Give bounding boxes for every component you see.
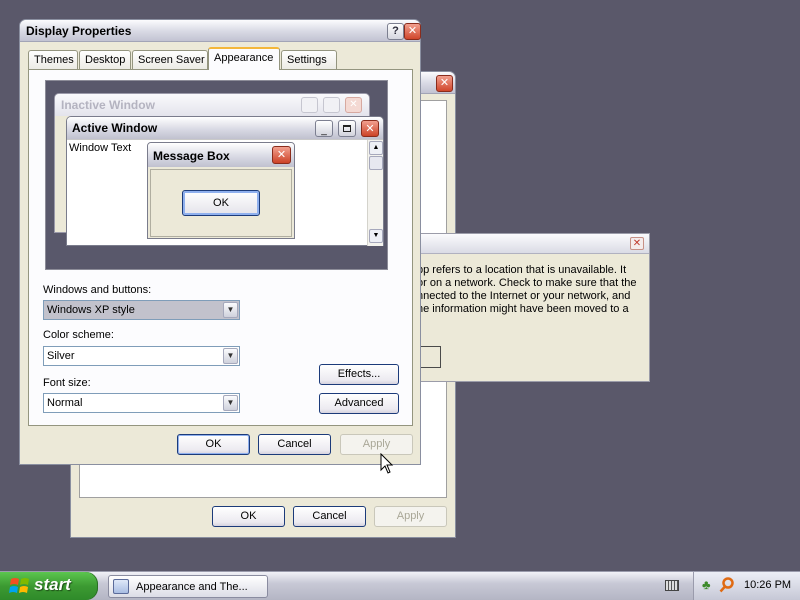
task-button-label: Appearance and The... [136,581,248,593]
display-properties-window: Display Properties ? ✕ Themes Desktop Sc… [19,19,421,465]
windows-buttons-select[interactable]: Windows XP style ▼ [43,300,240,320]
tab-screen-saver[interactable]: Screen Saver [132,50,208,69]
preview-message-box-close-icon: ✕ [272,146,291,164]
windows-buttons-value: Windows XP style [47,304,135,316]
color-scheme-select[interactable]: Silver ▼ [43,346,240,366]
background-window-close-button[interactable]: ✕ [436,75,453,92]
tab-themes[interactable]: Themes [28,50,78,69]
start-label: start [34,575,71,594]
preview-inactive-title: Inactive Window [61,98,155,112]
windows-buttons-label: Windows and buttons: [43,284,152,296]
effects-button[interactable]: Effects... [319,364,399,385]
preview-message-box-title: Message Box [153,149,230,163]
clock[interactable]: 10:26 PM [744,579,791,591]
error-line-4: he information might have been moved to … [417,303,629,315]
task-button[interactable]: Appearance and The... [108,575,268,598]
magnifier-glyph [719,577,734,593]
color-scheme-value: Silver [47,350,75,362]
preview-inactive-close-icon: ✕ [345,97,362,113]
font-size-select[interactable]: Normal ▼ [43,393,240,413]
windows-logo-icon [9,578,29,593]
mouse-cursor-icon [380,453,394,474]
preview-active-maximize-icon [338,120,356,137]
network-icon[interactable]: ♣ [702,578,716,592]
preview-active-minimize-icon: _ [315,120,333,137]
scroll-thumb [369,156,383,170]
scroll-up-icon: ▲ [369,141,383,155]
error-dialog-close-icon[interactable]: ✕ [630,237,644,250]
error-line-3: nnected to the Internet or your network,… [417,290,631,302]
preview-active-title: Active Window [72,121,158,135]
ok-button[interactable]: OK [177,434,250,455]
color-scheme-label: Color scheme: [43,329,114,341]
taskbar: start Appearance and The... ♣ 10:26 PM [0,571,800,600]
cancel-button[interactable]: Cancel [258,434,331,455]
preview-inactive-minimize-icon [301,97,318,113]
search-icon[interactable] [719,577,735,593]
system-tray: ♣ 10:26 PM [693,572,800,600]
preview-inactive-maximize-icon [323,97,340,113]
help-button[interactable]: ? [387,23,404,40]
advanced-button[interactable]: Advanced [319,393,399,414]
tab-appearance[interactable]: Appearance [208,47,280,70]
preview-ok-button: OK [182,190,260,216]
preview-scrollbar: ▲ ▼ [367,140,383,246]
chevron-down-icon[interactable]: ▼ [223,302,238,318]
background-ok-button[interactable]: OK [212,506,285,527]
chevron-down-icon[interactable]: ▼ [223,348,238,364]
display-properties-titlebar[interactable]: Display Properties [20,20,420,42]
close-button[interactable]: ✕ [404,23,421,40]
chevron-down-icon[interactable]: ▼ [223,395,238,411]
background-cancel-button[interactable]: Cancel [293,506,366,527]
preview-area: Inactive Window ✕ Active Window _ ✕ Wind… [45,80,388,270]
scroll-down-icon: ▼ [369,229,383,243]
error-message: pp refers to a location that is unavaila… [417,264,637,316]
apply-button[interactable]: Apply [340,434,413,455]
tab-strip: Themes Desktop Screen Saver Appearance S… [28,47,416,70]
font-size-value: Normal [47,397,83,409]
control-panel-icon [113,579,129,594]
background-apply-button[interactable]: Apply [374,506,447,527]
preview-window-text: Window Text [69,142,132,154]
error-line-1: pp refers to a location that is unavaila… [417,264,627,276]
font-size-label: Font size: [43,377,91,389]
tab-desktop[interactable]: Desktop [79,50,131,69]
preview-active-close-icon: ✕ [361,120,379,137]
start-button[interactable]: start [0,572,98,600]
preview-message-box: Message Box ✕ OK [147,142,295,239]
window-title: Display Properties [26,24,132,38]
tab-settings[interactable]: Settings [281,50,337,69]
keyboard-icon[interactable] [665,580,679,591]
error-line-2: or on a network. Check to make sure that… [417,277,637,289]
appearance-panel: Inactive Window ✕ Active Window _ ✕ Wind… [28,69,413,426]
